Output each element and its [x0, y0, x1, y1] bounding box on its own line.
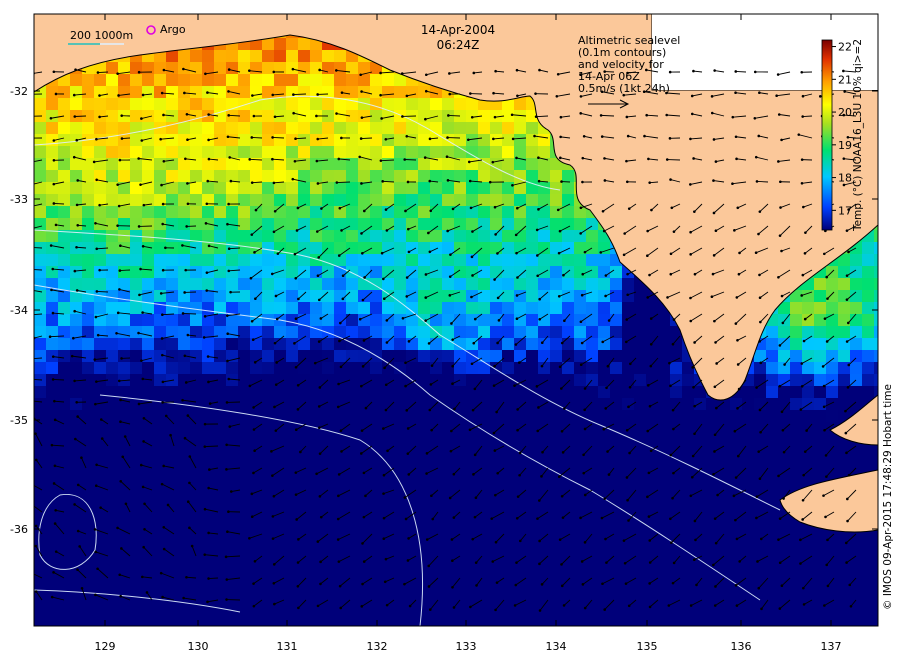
x-tick-label: 131 [277, 640, 298, 653]
x-tick-label: 137 [821, 640, 842, 653]
map-plot-area [34, 14, 878, 626]
scale-label: 200 1000m [70, 29, 133, 42]
colorbar-tick-label: 19 [838, 139, 852, 152]
y-tick-label: -34 [10, 304, 28, 317]
y-tick-label: -32 [10, 85, 28, 98]
colorbar-gradient [821, 39, 833, 231]
x-tick-label: 136 [731, 640, 752, 653]
argo-label: Argo [160, 23, 186, 36]
x-tick-label: 135 [637, 640, 658, 653]
y-tick-label: -33 [10, 193, 28, 206]
y-tick-label: -36 [10, 523, 28, 536]
credit-text: © IMOS 09-Apr-2015 17:48:29 Hobart time [882, 384, 894, 610]
x-tick-label: 132 [367, 640, 388, 653]
x-tick-label: 129 [95, 640, 116, 653]
x-tick-label: 133 [456, 640, 477, 653]
y-tick-label: -35 [10, 414, 28, 427]
colorbar-tick-label: 17 [838, 204, 852, 217]
colorbar-tick-label: 22 [838, 41, 852, 54]
colorbar-tick-label: 20 [838, 106, 852, 119]
colorbar-tick-label: 18 [838, 172, 852, 185]
map-date: 14-Apr-2004 [421, 23, 495, 37]
annotation-line-5: 0.5m/s (1kt 24h) [578, 82, 670, 95]
sst-map: 129 130 131 132 133 134 135 136 137 -32 -33 -34 -35 -… [10, 13, 894, 653]
x-tick-label: 130 [188, 640, 209, 653]
x-tick-label: 134 [546, 640, 567, 653]
map-time: 06:24Z [437, 38, 480, 52]
colorbar-tick-label: 21 [838, 73, 852, 86]
colorbar-label: Temp. (°C) NOAA16_L3U 10% qi>=2 [852, 39, 864, 232]
